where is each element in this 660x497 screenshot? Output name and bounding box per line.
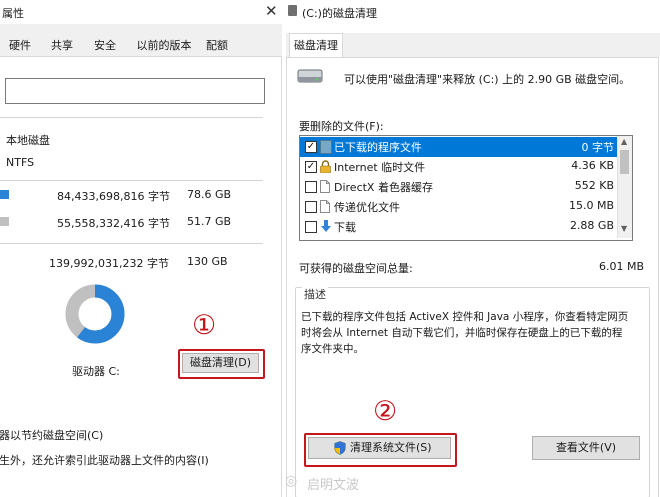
used-gb: 78.6 GB: [187, 188, 232, 201]
file-name: 下载: [334, 221, 356, 234]
scroll-up-icon[interactable]: ▲: [621, 137, 627, 146]
cleanup-panel: 可以使用"磁盘清理"来释放 (C:) 上的 2.90 GB 磁盘空间。 要删除的…: [286, 57, 659, 497]
file-system: NTFS: [6, 156, 35, 169]
description-text: 已下载的程序文件包括 ActiveX 控件和 Java 小程序，你查看特定网页时…: [301, 311, 629, 355]
file-name: 传递优化文件: [334, 201, 400, 214]
cleanup-title: (C:)的磁盘清理: [302, 7, 377, 20]
free-bytes: 55,558,332,416 字节: [57, 217, 170, 230]
file-name: Internet 临时文件: [334, 161, 426, 174]
clean-system-files-button[interactable]: 清理系统文件(S): [308, 437, 451, 459]
files-label: 要删除的文件(F):: [299, 120, 384, 133]
file-size: 4.36 KB: [571, 159, 614, 172]
used-bytes: 84,433,698,816 字节: [57, 190, 170, 203]
close-icon[interactable]: ✕: [265, 2, 278, 20]
shield-icon: [334, 441, 346, 455]
used-space-swatch: [0, 190, 9, 199]
tab-previous-versions[interactable]: 以前的版本: [130, 36, 198, 56]
file-row[interactable]: ✓ Internet 临时文件 4.36 KB: [300, 157, 618, 177]
disk-cleanup-window: (C:)的磁盘清理 磁盘清理 可以使用"磁盘清理"来释放 (C:) 上的 2.9…: [286, 0, 660, 497]
general-panel: 本地磁盘 NTFS 84,433,698,816 字节 78.6 GB 55,5…: [0, 56, 282, 497]
total-value: 6.01 MB: [598, 260, 644, 273]
cleanup-titlebar: (C:)的磁盘清理: [286, 0, 660, 24]
disk-cleanup-button[interactable]: 磁盘清理(D): [182, 353, 259, 373]
file-size: 552 KB: [574, 179, 614, 192]
file-checkbox[interactable]: [305, 181, 317, 193]
properties-title: 属性: [2, 7, 24, 20]
tab-security[interactable]: 安全: [85, 36, 125, 56]
disk-type: 本地磁盘: [6, 134, 50, 147]
lock-icon: [320, 160, 331, 174]
view-files-button[interactable]: 查看文件(V): [532, 436, 640, 460]
folder-icon: [320, 140, 332, 154]
scroll-down-icon[interactable]: ▼: [621, 224, 627, 233]
file-size: 15.0 MB: [568, 199, 614, 212]
clean-system-files-label: 清理系统文件(S): [350, 441, 432, 454]
free-space-swatch: [0, 217, 9, 226]
file-checkbox[interactable]: ✓: [305, 141, 317, 153]
file-checkbox[interactable]: ✓: [305, 161, 317, 173]
disk-usage-donut: [65, 284, 125, 344]
tab-hardware[interactable]: 硬件: [0, 36, 40, 56]
capacity-gb: 130 GB: [187, 255, 228, 268]
step-2-marker: ②: [373, 396, 398, 427]
volume-label-input[interactable]: [5, 78, 265, 104]
total-label: 可获得的磁盘空间总量:: [299, 262, 413, 275]
file-icon: [320, 180, 331, 193]
description-title: 描述: [302, 286, 328, 302]
file-name: 已下载的程序文件: [334, 141, 422, 154]
file-name: DirectX 着色器缓存: [334, 181, 433, 194]
files-list[interactable]: ✓ 已下载的程序文件 0 字节 ✓ Internet 临时文件 4.36 KB Direct…: [299, 135, 633, 241]
watermark-logo-icon: ◎: [286, 473, 298, 489]
properties-window: 属性 ✕ 硬件 共享 安全 以前的版本 配额 本地磁盘 NTFS 84,433,…: [0, 0, 282, 497]
file-size: 0 字节: [581, 141, 615, 154]
drive-small-icon: [288, 5, 297, 16]
file-row[interactable]: 下载 2.88 GB: [300, 217, 618, 237]
properties-titlebar: 属性 ✕: [0, 0, 282, 24]
file-row[interactable]: DirectX 着色器缓存 552 KB: [300, 177, 618, 197]
watermark-text: 启明文波: [307, 478, 360, 493]
file-row[interactable]: ✓ 已下载的程序文件 0 字节: [300, 137, 618, 157]
tab-disk-cleanup[interactable]: 磁盘清理: [289, 33, 343, 58]
compress-option[interactable]: 器以节约磁盘空间(C): [0, 427, 103, 443]
tab-quota[interactable]: 配额: [198, 36, 236, 56]
file-size: 2.88 GB: [569, 219, 614, 232]
file-checkbox[interactable]: [305, 201, 317, 213]
hard-drive-icon: [297, 69, 323, 83]
tab-sharing[interactable]: 共享: [42, 36, 82, 56]
scroll-thumb[interactable]: [620, 150, 629, 174]
capacity-bytes: 139,992,031,232 字节: [49, 257, 169, 270]
free-gb: 51.7 GB: [187, 215, 232, 228]
step-1-marker: ①: [192, 310, 217, 341]
file-icon: [320, 200, 331, 213]
index-option[interactable]: 生外，还允许索引此驱动器上文件的内容(I): [0, 452, 209, 468]
files-scrollbar[interactable]: ▲ ▼: [617, 136, 632, 238]
download-icon: [320, 220, 331, 233]
file-row[interactable]: 传递优化文件 15.0 MB: [300, 197, 618, 217]
drive-label: 驱动器 C:: [72, 365, 120, 378]
intro-text: 可以使用"磁盘清理"来释放 (C:) 上的 2.90 GB 磁盘空间。: [344, 73, 631, 86]
file-checkbox[interactable]: [305, 221, 317, 233]
properties-tabs: 硬件 共享 安全 以前的版本 配额: [0, 36, 282, 56]
